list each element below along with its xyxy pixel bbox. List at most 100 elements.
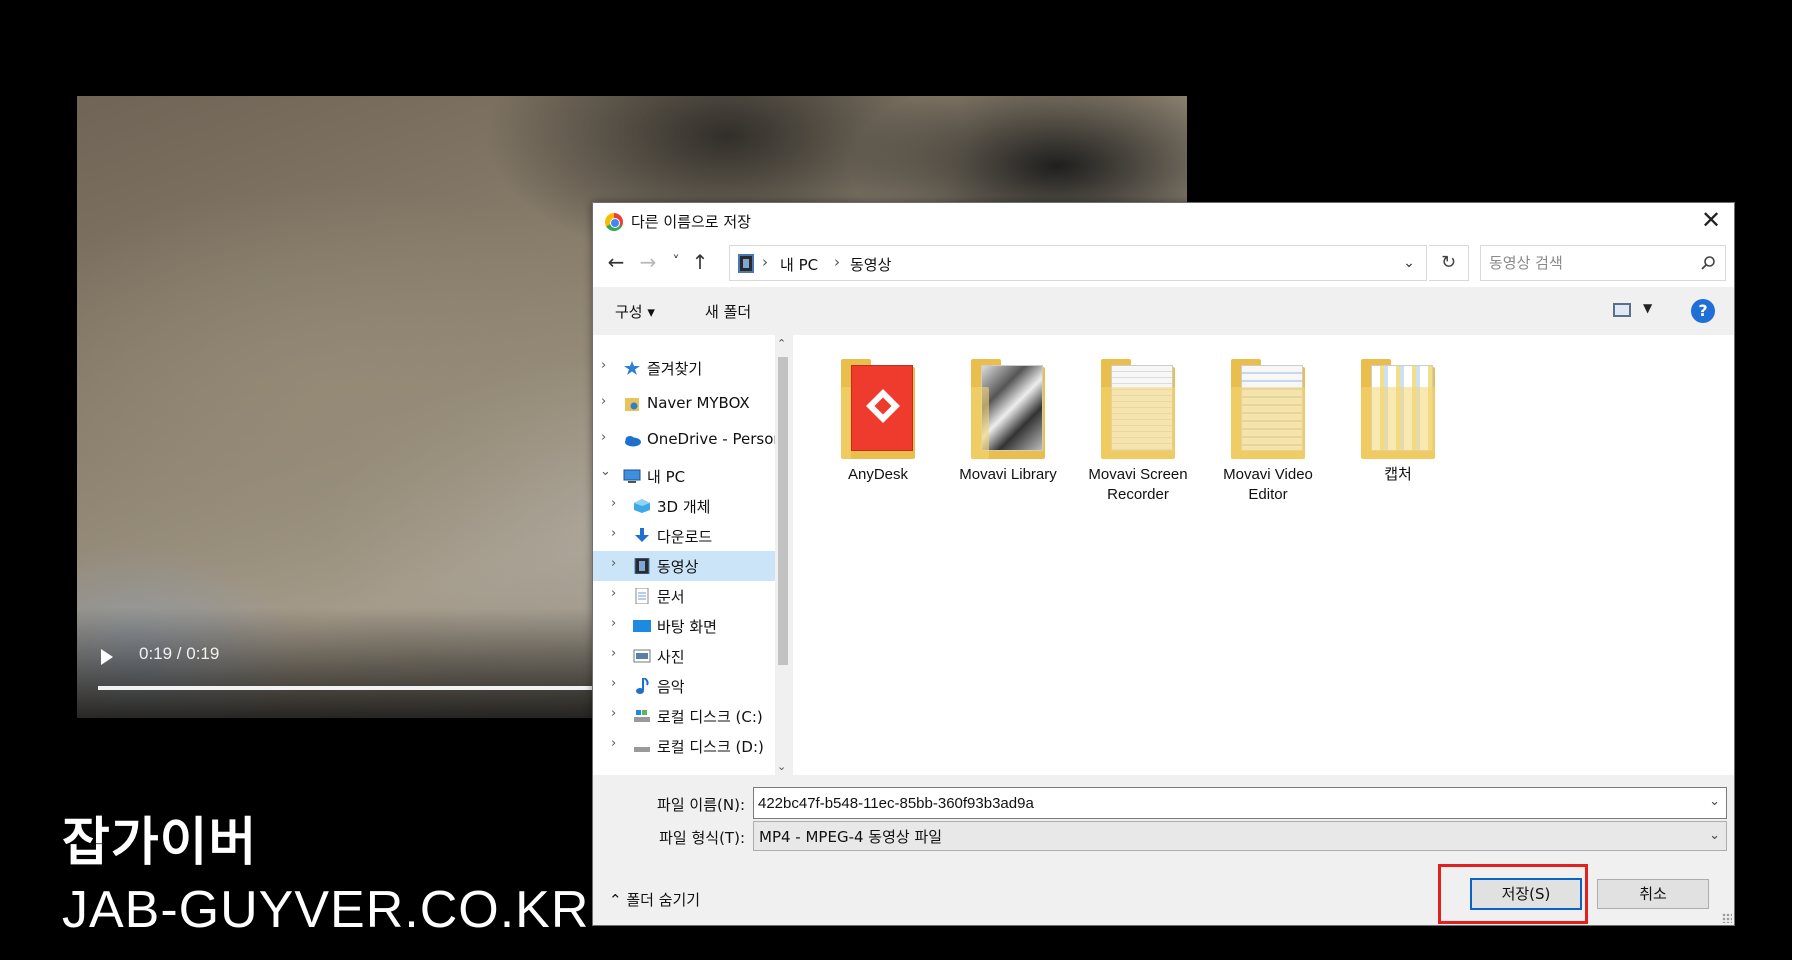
- tree-item-favorites[interactable]: › 즐겨찾기: [593, 353, 775, 383]
- tree-item-music[interactable]: › 음악: [593, 671, 775, 701]
- view-options-button[interactable]: ▼: [1613, 299, 1659, 323]
- expand-arrow-icon[interactable]: ›: [611, 496, 616, 511]
- tree-item-label: 문서: [657, 588, 685, 606]
- folder-name: Movavi Library: [959, 466, 1057, 483]
- tree-item-label: OneDrive - Personal: [647, 430, 791, 448]
- expand-arrow-icon[interactable]: ›: [611, 616, 616, 631]
- search-icon[interactable]: [1699, 254, 1717, 272]
- forward-button[interactable]: →: [635, 249, 661, 275]
- tree-item-local-disk-c[interactable]: › 로컬 디스크 (C:): [593, 701, 775, 731]
- tree-item-label: 동영상: [657, 558, 699, 576]
- folder-name: Movavi Video Editor: [1223, 466, 1313, 503]
- disk-icon: [634, 747, 650, 752]
- search-input[interactable]: [1489, 252, 1689, 274]
- filetype-value: MP4 - MPEG-4 동영상 파일: [759, 828, 943, 846]
- help-button[interactable]: ?: [1691, 299, 1715, 323]
- address-bar[interactable]: › 내 PC › 동영상 ⌄: [729, 245, 1427, 281]
- tree-item-label: 즐겨찾기: [647, 360, 703, 378]
- organize-button[interactable]: 구성 ▾: [615, 301, 655, 322]
- breadcrumb-videos[interactable]: 동영상: [850, 254, 891, 275]
- folder-name: Movavi Screen Recorder: [1088, 466, 1188, 503]
- resize-grip-icon[interactable]: [1722, 913, 1732, 923]
- folder-icon: [1227, 357, 1309, 461]
- document-icon: [635, 588, 649, 604]
- folder-movavi-library[interactable]: Movavi Library: [943, 357, 1073, 485]
- tree-item-label: 로컬 디스크 (D:): [657, 738, 764, 756]
- dialog-toolbar: 구성 ▾ 새 폴더 ▼ ?: [593, 287, 1734, 335]
- scroll-up-icon[interactable]: ⌃: [777, 337, 786, 350]
- cancel-button[interactable]: 취소: [1597, 879, 1709, 909]
- folder-movavi-video-editor[interactable]: Movavi Video Editor: [1203, 357, 1333, 505]
- save-as-dialog: 다른 이름으로 저장 ✕ ← → ˅ ↑ › 내 PC › 동영상 ⌄ ↻ 동영…: [592, 202, 1735, 926]
- tree-item-3d-objects[interactable]: › 3D 개체: [593, 491, 775, 521]
- chevron-down-icon: ▼: [1643, 301, 1653, 315]
- chevron-down-icon[interactable]: ⌄: [1392, 246, 1426, 280]
- filename-input[interactable]: [758, 793, 1658, 813]
- recent-locations-button[interactable]: ˅: [663, 249, 689, 275]
- dialog-titlebar[interactable]: 다른 이름으로 저장 ✕: [593, 203, 1734, 239]
- tree-item-local-disk-d[interactable]: › 로컬 디스크 (D:): [593, 731, 775, 761]
- navigation-pane: › 즐겨찾기 › Naver MYBOX › OneDrive - Person…: [593, 335, 791, 775]
- watermark-url: JAB-GUYVER.CO.KR: [62, 881, 590, 939]
- close-button[interactable]: ✕: [1688, 203, 1734, 239]
- expand-arrow-icon[interactable]: ›: [601, 358, 606, 373]
- video-icon: [634, 558, 650, 574]
- tree-item-label: 내 PC: [647, 468, 686, 486]
- scrollbar-thumb[interactable]: [778, 357, 788, 665]
- video-folder-icon: [738, 254, 754, 273]
- new-folder-button[interactable]: 새 폴더: [705, 301, 751, 322]
- breadcrumb-separator: ›: [762, 253, 768, 271]
- folder-icon: [1357, 357, 1439, 461]
- folder-icon: [837, 357, 919, 461]
- expand-arrow-icon[interactable]: ›: [611, 676, 616, 691]
- expand-arrow-icon[interactable]: ›: [611, 646, 616, 661]
- expand-arrow-icon[interactable]: ›: [611, 556, 616, 571]
- folder-anydesk[interactable]: AnyDesk: [813, 357, 943, 485]
- folder-capture[interactable]: 캡처: [1333, 357, 1463, 485]
- tree-item-onedrive[interactable]: › OneDrive - Personal: [593, 425, 791, 455]
- cube-icon: [634, 499, 650, 513]
- play-icon[interactable]: [101, 649, 113, 665]
- tree-item-pictures[interactable]: › 사진: [593, 641, 775, 671]
- folder-movavi-screen-recorder[interactable]: Movavi Screen Recorder: [1073, 357, 1203, 505]
- tree-item-documents[interactable]: › 문서: [593, 581, 775, 611]
- search-box[interactable]: [1480, 245, 1726, 281]
- folder-name: AnyDesk: [847, 466, 909, 483]
- chevron-down-icon[interactable]: ⌄: [1709, 828, 1720, 843]
- tree-item-label: 다운로드: [657, 528, 713, 546]
- expand-arrow-icon[interactable]: ›: [601, 394, 606, 409]
- save-button[interactable]: 저장(S): [1470, 878, 1582, 910]
- filename-combobox[interactable]: ⌄: [753, 787, 1727, 819]
- folder-name: 캡처: [1384, 466, 1412, 483]
- desktop-screen: 0:19 / 0:19 잡가이버 JAB-GUYVER.CO.KR 다른 이름으…: [0, 0, 1792, 960]
- up-button[interactable]: ↑: [687, 249, 713, 275]
- refresh-button[interactable]: ↻: [1429, 245, 1469, 281]
- chrome-icon: [605, 213, 623, 231]
- expand-arrow-icon[interactable]: ›: [611, 736, 616, 751]
- tree-item-label: Naver MYBOX: [647, 394, 750, 412]
- expand-arrow-icon[interactable]: ›: [611, 586, 616, 601]
- expand-arrow-icon[interactable]: ›: [601, 430, 606, 445]
- onedrive-icon: [625, 436, 641, 447]
- navigation-scrollbar[interactable]: ⌃ ⌄: [775, 335, 791, 775]
- breadcrumb-separator: ›: [834, 253, 840, 271]
- filetype-label: 파일 형식(T):: [659, 829, 745, 847]
- filetype-select[interactable]: MP4 - MPEG-4 동영상 파일 ⌄: [753, 821, 1727, 851]
- tree-item-naver-mybox[interactable]: › Naver MYBOX: [593, 389, 775, 419]
- tree-item-downloads[interactable]: › 다운로드: [593, 521, 775, 551]
- hide-folders-button[interactable]: ⌃ 폴더 숨기기: [609, 889, 700, 910]
- expand-arrow-icon[interactable]: ›: [611, 706, 616, 721]
- back-button[interactable]: ←: [603, 249, 629, 275]
- expand-arrow-icon[interactable]: ›: [611, 526, 616, 541]
- expand-arrow-icon[interactable]: ⌄: [600, 464, 611, 479]
- breadcrumb-my-pc[interactable]: 내 PC: [780, 254, 818, 275]
- chevron-down-icon[interactable]: ⌄: [1709, 794, 1720, 809]
- tree-item-my-pc[interactable]: ⌄ 내 PC: [593, 461, 775, 491]
- download-icon: [635, 528, 649, 542]
- navigation-row: ← → ˅ ↑ › 내 PC › 동영상 ⌄ ↻: [593, 239, 1734, 287]
- scroll-down-icon[interactable]: ⌄: [777, 760, 786, 773]
- picture-icon: [633, 649, 651, 663]
- tree-item-videos[interactable]: › 동영상: [593, 551, 775, 581]
- tree-item-desktop[interactable]: › 바탕 화면: [593, 611, 775, 641]
- dialog-title: 다른 이름으로 저장: [631, 213, 751, 231]
